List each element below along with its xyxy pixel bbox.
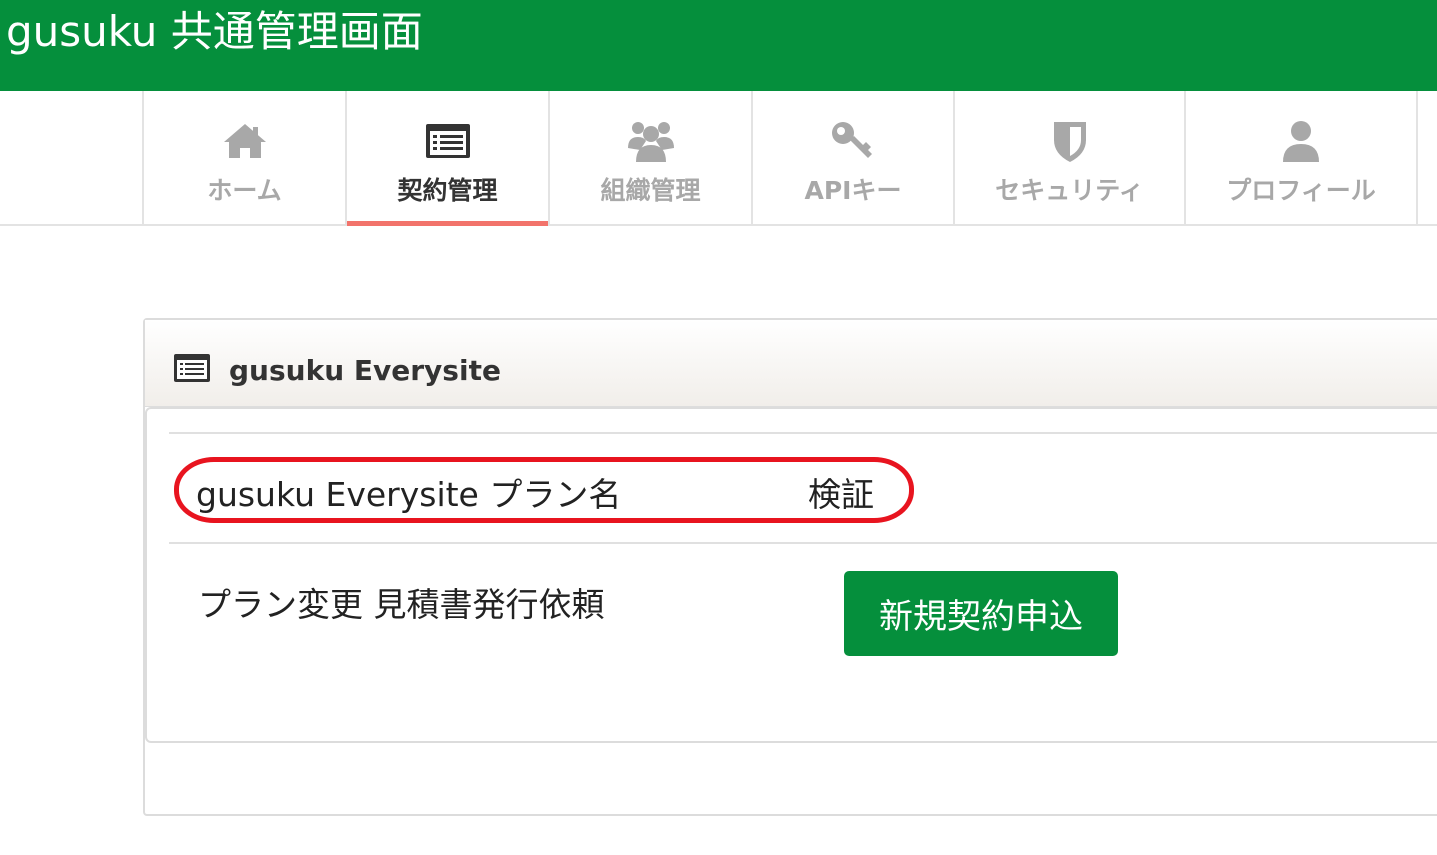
tab-security-label: セキュリティ (995, 176, 1144, 205)
tab-api-key[interactable]: APIキー (751, 91, 953, 224)
list-icon (173, 353, 211, 383)
top-header-bar: gusuku 共通管理画面 (0, 0, 1437, 91)
row-divider (169, 542, 1437, 544)
list-icon (423, 118, 473, 164)
nav-divider (1416, 91, 1418, 224)
panel-body (145, 407, 1437, 743)
tab-profile[interactable]: プロフィール (1184, 91, 1416, 224)
key-icon (828, 118, 878, 164)
plan-name-label: gusuku Everysite プラン名 (196, 475, 622, 514)
main-nav: ホーム 契約管理 組織管理 APIキー セキュリティ プロフィール (0, 91, 1437, 226)
row-divider (169, 432, 1437, 434)
tab-home-label: ホーム (207, 176, 282, 205)
tab-organization-management[interactable]: 組織管理 (548, 91, 751, 224)
tab-contract-management-label: 契約管理 (397, 176, 498, 205)
group-icon (626, 118, 676, 164)
panel-title: gusuku Everysite (229, 354, 501, 387)
app-title: gusuku 共通管理画面 (6, 7, 423, 56)
tab-profile-label: プロフィール (1226, 176, 1376, 205)
tab-home[interactable]: ホーム (142, 91, 345, 224)
user-icon (1276, 118, 1326, 164)
home-icon (220, 118, 270, 164)
tab-security[interactable]: セキュリティ (953, 91, 1184, 224)
tab-api-key-label: APIキー (804, 176, 902, 205)
tab-contract-management[interactable]: 契約管理 (345, 91, 548, 226)
panel-heading: gusuku Everysite (145, 320, 1437, 407)
plan-change-quote-label: プラン変更 見積書発行依頼 (198, 585, 605, 624)
new-contract-button[interactable]: 新規契約申込 (844, 571, 1118, 656)
tab-organization-management-label: 組織管理 (600, 176, 701, 205)
plan-name-value: 検証 (808, 475, 874, 514)
shield-icon (1045, 118, 1095, 164)
